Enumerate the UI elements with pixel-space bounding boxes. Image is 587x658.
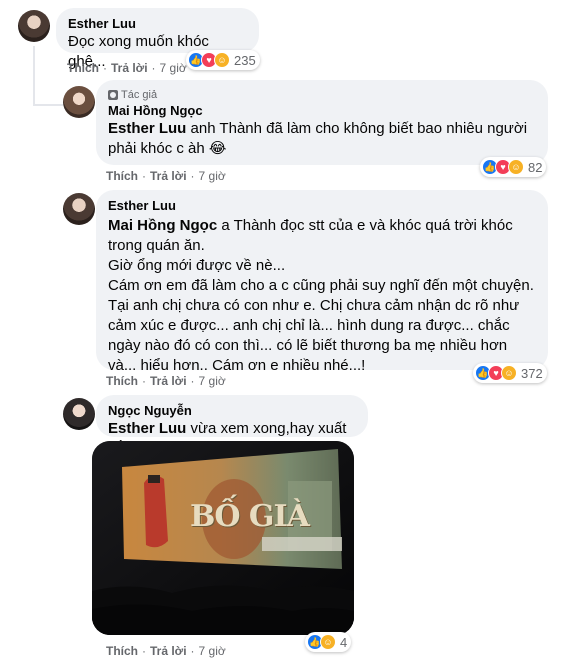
reply-button[interactable]: Trả lời <box>111 61 148 75</box>
thread-line <box>33 46 35 106</box>
avatar[interactable] <box>18 10 50 42</box>
avatar[interactable] <box>63 86 95 118</box>
timestamp[interactable]: 7 giờ <box>160 61 187 75</box>
comment-actions: Thích · Trả lời · 7 giờ <box>67 61 187 75</box>
reaction-count: 372 <box>521 365 543 381</box>
comment-bubble: Esther Luu Đọc xong muốn khóc ghê... <box>56 8 259 70</box>
mention[interactable]: Esther Luu <box>108 420 186 437</box>
thread-line <box>33 104 63 106</box>
reply-bubble: Esther Luu Mai Hồng Ngọc a Thành đọc stt… <box>96 190 548 374</box>
like-button[interactable]: Thích <box>67 61 99 75</box>
reply-button[interactable]: Trả lời <box>150 644 187 658</box>
like-button[interactable]: Thích <box>106 644 138 658</box>
timestamp[interactable]: 7 giờ <box>199 644 226 658</box>
reply-actions: Thích · Trả lời · 7 giờ <box>106 644 226 658</box>
reply-button[interactable]: Trả lời <box>150 374 187 388</box>
comment-author[interactable]: Esther Luu <box>68 16 247 32</box>
reaction-summary[interactable]: 👍 ☺ 4 <box>305 632 352 652</box>
reply-author[interactable]: Ngọc Nguyễn <box>108 403 356 419</box>
reply-bubble: Tác giả Mai Hồng Ngọc Esther Luu anh Thà… <box>96 80 548 165</box>
reply-text: Mai Hồng Ngọc a Thành đọc stt của e và k… <box>108 217 513 254</box>
like-button[interactable]: Thích <box>106 169 138 183</box>
reaction-summary[interactable]: 👍 ♥ ☺ 82 <box>480 157 547 177</box>
avatar[interactable] <box>63 398 95 430</box>
mention[interactable]: Mai Hồng Ngọc <box>108 217 217 234</box>
author-badge: Tác giả <box>108 88 536 102</box>
reply-text: Esther Luu anh Thành đã làm cho không bi… <box>108 120 528 157</box>
reply-actions: Thích · Trả lời · 7 giờ <box>106 374 226 388</box>
care-icon: ☺ <box>501 365 517 381</box>
reply-button[interactable]: Trả lời <box>150 169 187 183</box>
reply-author[interactable]: Esther Luu <box>108 198 536 214</box>
reply-bubble: Ngọc Nguyễn Esther Luu vừa xem xong,hay … <box>96 395 368 457</box>
timestamp[interactable]: 7 giờ <box>199 169 226 183</box>
reaction-count: 4 <box>340 634 348 650</box>
reply-text-line: Cám ơn em đã làm cho a c cũng phải suy n… <box>108 277 534 374</box>
reaction-summary[interactable]: 👍 ♥ ☺ 235 <box>186 50 260 70</box>
cinema-screen-image <box>92 441 354 635</box>
author-badge-label: Tác giả <box>121 89 158 101</box>
reply-text-line: Giờ ổng mới được về nè... <box>108 257 286 274</box>
author-badge-icon <box>108 90 118 100</box>
mention[interactable]: Esther Luu <box>108 120 186 137</box>
care-icon: ☺ <box>508 159 524 175</box>
reaction-count: 235 <box>234 52 256 68</box>
avatar[interactable] <box>63 193 95 225</box>
reply-author[interactable]: Mai Hồng Ngọc <box>108 103 536 119</box>
attached-photo[interactable]: BỐ GIÀ <box>92 441 354 635</box>
care-icon: ☺ <box>320 634 336 650</box>
timestamp[interactable]: 7 giờ <box>199 374 226 388</box>
reaction-count: 82 <box>528 159 543 175</box>
reaction-summary[interactable]: 👍 ♥ ☺ 372 <box>473 363 547 383</box>
movie-title: BỐ GIÀ <box>190 499 310 534</box>
like-button[interactable]: Thích <box>106 374 138 388</box>
care-icon: ☺ <box>214 52 230 68</box>
reply-actions: Thích · Trả lời · 7 giờ <box>106 169 226 183</box>
